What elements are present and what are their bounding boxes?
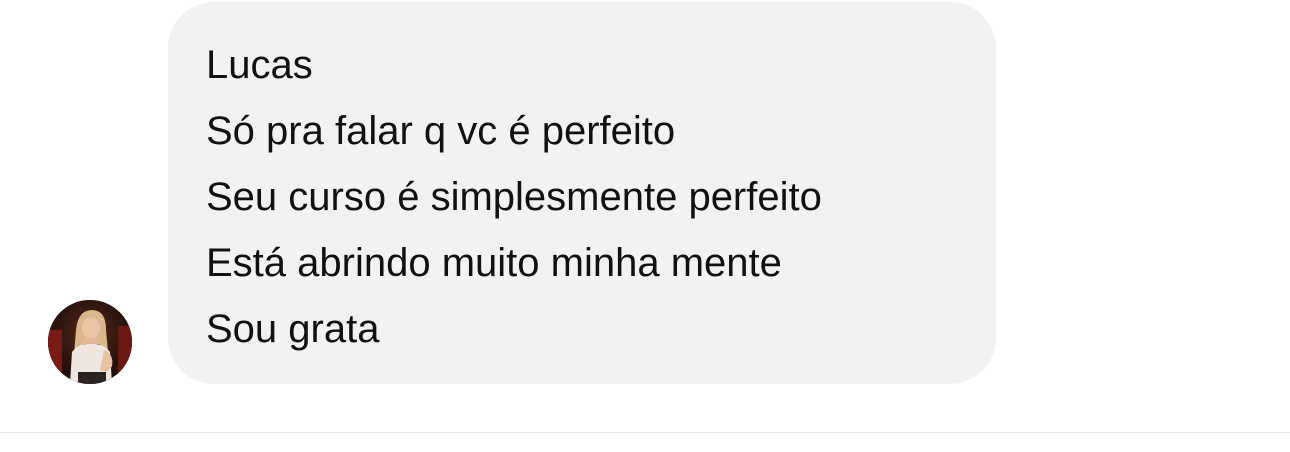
message-line-5: Sou grata (206, 307, 380, 351)
message-line-2: Só pra falar q vc é perfeito (206, 109, 676, 153)
message-line-1: Lucas (206, 43, 313, 87)
profile-photo-icon (48, 300, 132, 384)
message-line-3: Seu curso é simplesmente perfeito (206, 175, 822, 219)
sender-avatar[interactable] (48, 300, 132, 384)
message-line-4: Está abrindo muito minha mente (206, 241, 782, 285)
bottom-divider (0, 432, 1290, 433)
message-bubble[interactable]: Lucas Só pra falar q vc é perfeito Seu c… (168, 2, 996, 384)
incoming-message-row: Lucas Só pra falar q vc é perfeito Seu c… (0, 0, 1290, 432)
